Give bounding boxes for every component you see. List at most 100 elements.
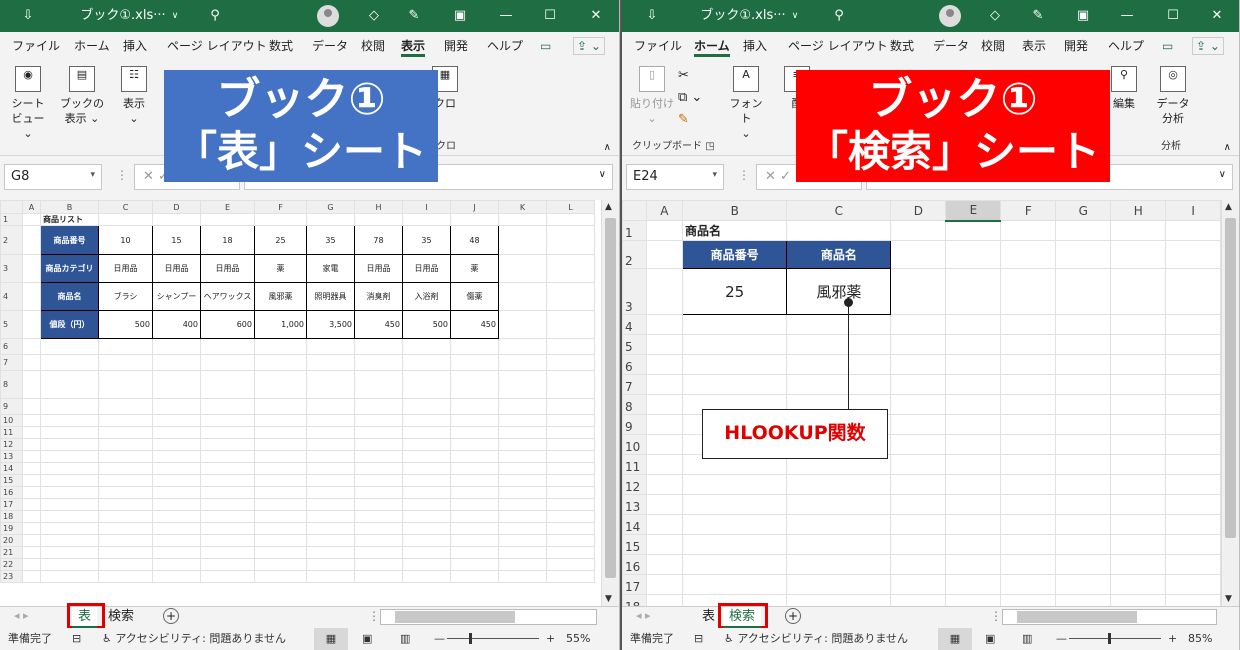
grid-cell[interactable] <box>450 462 499 475</box>
grid-cell[interactable] <box>1000 574 1057 595</box>
row-header[interactable]: 18 <box>0 510 23 523</box>
grid-cell[interactable] <box>546 370 595 399</box>
grid-cell[interactable] <box>354 450 403 463</box>
tab-page-layout[interactable]: ページ レイアウト <box>167 32 267 60</box>
grid-cell[interactable] <box>152 534 201 547</box>
grid-cell[interactable] <box>645 268 684 315</box>
name-box[interactable]: E24 ▾ <box>626 164 724 190</box>
grid-cell[interactable] <box>22 510 41 523</box>
column-header[interactable]: G <box>1055 200 1112 221</box>
zoom-level[interactable]: 55% <box>566 628 590 650</box>
row-header[interactable]: 4 <box>622 314 647 335</box>
grid-cell[interactable] <box>1055 494 1112 515</box>
data-cell[interactable]: 35 <box>402 225 451 255</box>
grid-cell[interactable] <box>254 486 307 499</box>
grid-cell[interactable] <box>254 498 307 511</box>
row-header[interactable]: 15 <box>622 534 647 555</box>
grid-cell[interactable] <box>40 558 99 571</box>
grid-cell[interactable] <box>354 426 403 439</box>
hscroll-thumb[interactable] <box>395 611 515 623</box>
grid-cell[interactable] <box>890 514 947 535</box>
grid-cell[interactable] <box>40 426 99 439</box>
grid-cell[interactable] <box>152 546 201 559</box>
grid-cell[interactable] <box>254 213 307 226</box>
sheet-tab-table[interactable]: 表 <box>72 607 98 628</box>
column-header[interactable]: K <box>498 200 547 214</box>
tab-insert[interactable]: 挿入 <box>123 32 147 60</box>
row-header-cell[interactable]: 商品番号 <box>40 225 99 255</box>
column-header[interactable]: B <box>682 200 788 221</box>
grid-cell[interactable] <box>1165 514 1221 535</box>
grid-cell[interactable] <box>945 394 1002 415</box>
tab-developer[interactable]: 開発 <box>1064 32 1088 60</box>
grid-cell[interactable] <box>402 213 451 226</box>
grid-cell[interactable] <box>1055 434 1112 455</box>
grid-cell[interactable] <box>1055 354 1112 375</box>
grid-cell[interactable] <box>945 514 1002 535</box>
data-cell[interactable]: 500 <box>402 310 451 339</box>
column-header[interactable]: H <box>354 200 403 214</box>
grid-cell[interactable] <box>152 354 201 371</box>
grid-cell[interactable] <box>306 486 355 499</box>
row-header-cell[interactable]: 値段（円） <box>40 310 99 339</box>
grid-cell[interactable] <box>254 398 307 415</box>
grid-cell[interactable] <box>254 474 307 487</box>
row-header[interactable]: 21 <box>0 546 23 559</box>
grid-cell[interactable] <box>402 370 451 399</box>
grid-cell[interactable] <box>152 398 201 415</box>
grid-cell[interactable] <box>1110 554 1167 575</box>
collapse-ribbon-icon[interactable]: ∧ <box>1224 142 1231 153</box>
grid-cell[interactable] <box>254 414 307 427</box>
sheet-tab-search[interactable]: 検索 <box>102 607 140 628</box>
grid-cell[interactable] <box>152 370 201 399</box>
grid-cell[interactable] <box>890 474 947 495</box>
grid-cell[interactable] <box>1165 554 1221 575</box>
grid-cell[interactable] <box>498 546 547 559</box>
grid-cell[interactable] <box>1165 314 1221 335</box>
grid-cell[interactable] <box>22 282 41 311</box>
row-header[interactable]: 6 <box>622 354 647 375</box>
grid-cell[interactable] <box>450 398 499 415</box>
grid-cell[interactable] <box>945 334 1002 355</box>
close-icon[interactable]: ✕ <box>584 0 608 32</box>
grid-cell[interactable] <box>22 414 41 427</box>
data-cell[interactable]: 日用品 <box>402 254 451 283</box>
column-header[interactable]: I <box>402 200 451 214</box>
grid-cell[interactable] <box>498 534 547 547</box>
row-header[interactable]: 22 <box>0 558 23 571</box>
tab-nav-icons[interactable]: ◂ ▸ <box>636 609 651 622</box>
grid-cell[interactable] <box>890 414 947 435</box>
grid-cell[interactable] <box>254 522 307 535</box>
row-header[interactable]: 8 <box>622 394 647 415</box>
grid-cell[interactable] <box>22 398 41 415</box>
grid-cell[interactable] <box>22 522 41 535</box>
grid-cell[interactable] <box>152 338 201 355</box>
grid-cell[interactable] <box>98 510 153 523</box>
grid-cell[interactable] <box>200 213 255 226</box>
grid-cell[interactable] <box>786 514 892 535</box>
grid-cell[interactable] <box>546 510 595 523</box>
column-header[interactable]: J <box>450 200 499 214</box>
data-cell[interactable]: 傷薬 <box>450 282 499 311</box>
grid-cell[interactable] <box>1000 334 1057 355</box>
grid-cell[interactable] <box>546 558 595 571</box>
grid-cell[interactable] <box>98 462 153 475</box>
grid-cell[interactable] <box>498 310 547 339</box>
grid-cell[interactable] <box>152 498 201 511</box>
row-header[interactable]: 17 <box>0 498 23 511</box>
data-cell[interactable]: 薬 <box>450 254 499 283</box>
row-header-cell[interactable]: 商品名 <box>40 282 99 311</box>
grid-cell[interactable] <box>200 414 255 427</box>
grid-cell[interactable] <box>1110 414 1167 435</box>
grid-cell[interactable] <box>890 534 947 555</box>
grid-cell[interactable] <box>22 462 41 475</box>
grid-cell[interactable] <box>1000 414 1057 435</box>
grid-cell[interactable] <box>546 426 595 439</box>
grid-cell[interactable] <box>945 268 1002 315</box>
tab-page-layout[interactable]: ページ レイアウト <box>788 32 888 60</box>
grid-cell[interactable] <box>200 510 255 523</box>
grid-cell[interactable] <box>945 494 1002 515</box>
grid-cell[interactable] <box>498 462 547 475</box>
grid-cell[interactable] <box>40 438 99 451</box>
ribbon-display-icon[interactable]: ▣ <box>448 0 472 32</box>
